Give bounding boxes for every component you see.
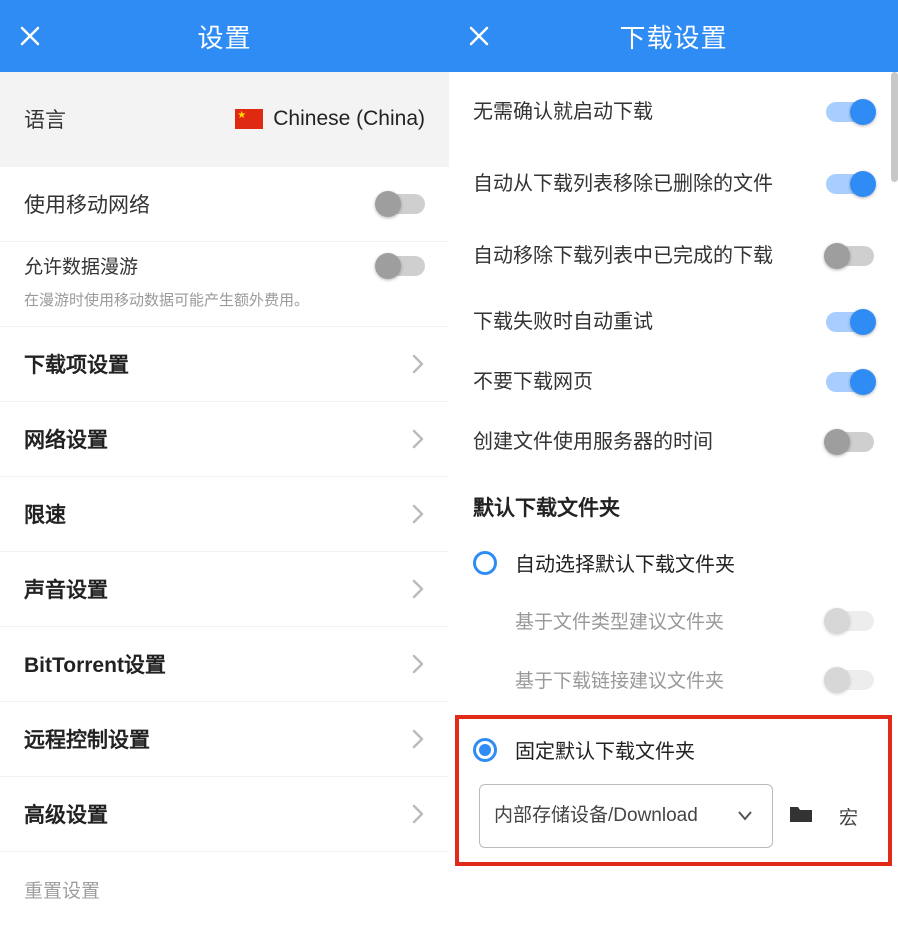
chevron-right-icon (411, 353, 425, 375)
nav-remote[interactable]: 远程控制设置 (0, 702, 449, 777)
folder-path-input[interactable]: 内部存储设备/Download (479, 784, 773, 848)
chevron-right-icon (411, 578, 425, 600)
sub-option-by-link: 基于下载链接建议文件夹 (449, 650, 898, 709)
nav-label: 限速 (24, 499, 411, 529)
toggle-server-time[interactable] (826, 432, 874, 452)
mobile-network-row[interactable]: 使用移动网络 (0, 167, 449, 242)
toggle-label: 自动移除下载列表中已完成的下载 (473, 242, 826, 270)
toggle-row-server-time[interactable]: 创建文件使用服务器的时间 (449, 412, 898, 472)
toggle-label: 自动从下载列表移除已删除的文件 (473, 170, 826, 198)
sub-option-label: 基于文件类型建议文件夹 (515, 607, 826, 634)
close-icon[interactable] (18, 24, 42, 48)
nav-label: BitTorrent设置 (24, 649, 411, 679)
toggle-row-no-download-webpage[interactable]: 不要下载网页 (449, 352, 898, 412)
radio-auto-folder[interactable]: 自动选择默认下载文件夹 (449, 534, 898, 591)
toggle-auto-retry[interactable] (826, 312, 874, 332)
folder-path-row: 内部存储设备/Download 宏 (469, 774, 878, 848)
toggle-label: 下载失败时自动重试 (473, 308, 826, 336)
scrollbar[interactable] (891, 72, 898, 182)
right-content: 无需确认就启动下载 自动从下载列表移除已删除的文件 自动移除下载列表中已完成的下… (449, 72, 898, 938)
nav-advanced[interactable]: 高级设置 (0, 777, 449, 852)
language-label: 语言 (24, 104, 235, 134)
toggle-no-download-webpage[interactable] (826, 372, 874, 392)
language-value: Chinese (China) (273, 107, 425, 131)
mobile-network-toggle[interactable] (377, 194, 425, 214)
left-title: 设置 (0, 18, 449, 55)
language-row[interactable]: 语言 Chinese (China) (0, 82, 449, 157)
macro-button[interactable]: 宏 (829, 803, 868, 830)
nav-speed[interactable]: 限速 (0, 477, 449, 552)
toggle-by-type (826, 611, 874, 631)
nav-label: 高级设置 (24, 799, 411, 829)
radio-icon (473, 551, 497, 575)
roaming-label: 允许数据漫游 (24, 252, 377, 279)
roaming-row[interactable]: 允许数据漫游 在漫游时使用移动数据可能产生额外费用。 (0, 242, 449, 327)
left-content: 语言 Chinese (China) 使用移动网络 允许数据漫游 在漫游时使用移… (0, 72, 449, 938)
reset-label: 重置设置 (24, 876, 100, 903)
toggle-label: 不要下载网页 (473, 368, 826, 396)
nav-bittorrent[interactable]: BitTorrent设置 (0, 627, 449, 702)
chevron-right-icon (411, 653, 425, 675)
nav-label: 远程控制设置 (24, 724, 411, 754)
chevron-right-icon (411, 503, 425, 525)
close-icon[interactable] (467, 24, 491, 48)
radio-label: 自动选择默认下载文件夹 (515, 548, 735, 577)
toggle-row-auto-remove-deleted[interactable]: 自动从下载列表移除已删除的文件 (449, 148, 898, 220)
default-folder-section-title: 默认下载文件夹 (449, 472, 898, 534)
settings-pane: 设置 语言 Chinese (China) 使用移动网络 允许数据漫游 在漫游 (0, 0, 449, 938)
toggle-row-auto-retry[interactable]: 下载失败时自动重试 (449, 292, 898, 352)
chevron-right-icon (411, 803, 425, 825)
toggle-auto-remove-completed[interactable] (826, 246, 874, 266)
toggle-label: 无需确认就启动下载 (473, 98, 826, 126)
toggle-start-no-confirm[interactable] (826, 102, 874, 122)
nav-label: 网络设置 (24, 424, 411, 454)
right-header: 下载设置 (449, 0, 898, 72)
chevron-right-icon (411, 728, 425, 750)
toggle-auto-remove-deleted[interactable] (826, 174, 874, 194)
toggle-row-start-no-confirm[interactable]: 无需确认就启动下载 (449, 76, 898, 148)
radio-icon (473, 738, 497, 762)
left-header: 设置 (0, 0, 449, 72)
folder-icon[interactable] (789, 804, 813, 829)
nav-network[interactable]: 网络设置 (0, 402, 449, 477)
radio-label: 固定默认下载文件夹 (515, 735, 695, 764)
roaming-hint: 在漫游时使用移动数据可能产生额外费用。 (24, 289, 309, 310)
folder-path-text: 内部存储设备/Download (494, 804, 732, 829)
roaming-toggle[interactable] (377, 256, 425, 276)
caret-down-icon[interactable] (732, 805, 758, 827)
toggle-by-link (826, 670, 874, 690)
mobile-network-label: 使用移动网络 (24, 189, 377, 219)
sub-option-by-type: 基于文件类型建议文件夹 (449, 591, 898, 650)
download-settings-pane: 下载设置 无需确认就启动下载 自动从下载列表移除已删除的文件 自动移除下载列表中… (449, 0, 898, 938)
right-title: 下载设置 (449, 18, 898, 55)
chevron-right-icon (411, 428, 425, 450)
china-flag-icon (235, 109, 263, 129)
nav-sound[interactable]: 声音设置 (0, 552, 449, 627)
toggle-label: 创建文件使用服务器的时间 (473, 428, 826, 456)
nav-label: 声音设置 (24, 574, 411, 604)
nav-downloads[interactable]: 下载项设置 (0, 327, 449, 402)
sub-option-label: 基于下载链接建议文件夹 (515, 666, 826, 693)
radio-fixed-folder[interactable]: 固定默认下载文件夹 (469, 729, 878, 774)
toggle-row-auto-remove-completed[interactable]: 自动移除下载列表中已完成的下载 (449, 220, 898, 292)
reset-settings[interactable]: 重置设置 (0, 852, 449, 927)
nav-label: 下载项设置 (24, 349, 411, 379)
fixed-folder-highlight: 固定默认下载文件夹 内部存储设备/Download 宏 (455, 715, 892, 866)
